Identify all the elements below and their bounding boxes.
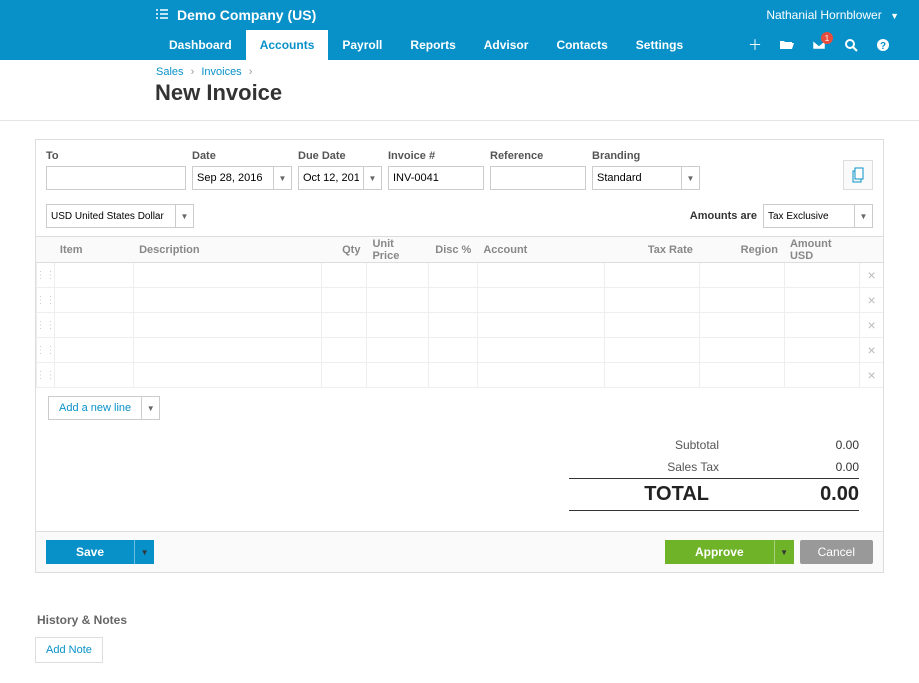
- delete-row-icon[interactable]: ×: [859, 313, 883, 337]
- breadcrumb-invoices[interactable]: Invoices: [201, 66, 241, 78]
- tab-contacts[interactable]: Contacts: [542, 30, 621, 60]
- save-label: Save: [46, 540, 134, 564]
- delete-row-icon[interactable]: ×: [859, 288, 883, 312]
- add-icon[interactable]: ＋: [739, 30, 771, 60]
- delete-row-icon[interactable]: ×: [859, 338, 883, 362]
- due-date-input[interactable]: [298, 166, 364, 190]
- tax-value: 0.00: [799, 460, 859, 474]
- line-items-grid: Item Description Qty Unit Price Disc % A…: [36, 236, 883, 388]
- currency-select[interactable]: [46, 204, 176, 228]
- user-menu[interactable]: Nathanial Hornblower ▼: [766, 8, 899, 22]
- tab-dashboard[interactable]: Dashboard: [155, 30, 246, 60]
- date-input[interactable]: [192, 166, 274, 190]
- delete-row-icon[interactable]: ×: [859, 263, 883, 287]
- amounts-are-label: Amounts are: [690, 210, 757, 222]
- add-line-button[interactable]: Add a new line: [49, 397, 141, 419]
- line-item-row[interactable]: ⋮⋮ ×: [36, 363, 883, 388]
- save-button[interactable]: Save ▼: [46, 540, 154, 564]
- col-tax-rate: Tax Rate: [604, 244, 699, 256]
- col-account: Account: [477, 244, 604, 256]
- help-icon[interactable]: ?: [867, 30, 899, 60]
- invoice-number-label: Invoice #: [388, 150, 484, 162]
- approve-label: Approve: [665, 540, 774, 564]
- tax-label: Sales Tax: [667, 460, 719, 474]
- notifications-icon[interactable]: 1: [803, 30, 835, 60]
- subtotal-value: 0.00: [799, 438, 859, 452]
- due-date-picker-icon[interactable]: ▼: [364, 166, 382, 190]
- breadcrumb-sales[interactable]: Sales: [156, 66, 184, 78]
- col-amount: Amount USD: [784, 238, 859, 262]
- totals-section: Subtotal 0.00 Sales Tax 0.00 TOTAL 0.00: [36, 428, 883, 531]
- drag-handle-icon[interactable]: ⋮⋮: [36, 313, 54, 337]
- date-picker-icon[interactable]: ▼: [274, 166, 292, 190]
- col-item: Item: [54, 244, 133, 256]
- currency-dropdown-icon[interactable]: ▼: [176, 204, 194, 228]
- cancel-button[interactable]: Cancel: [800, 540, 873, 564]
- date-label: Date: [192, 150, 292, 162]
- total-value: 0.00: [789, 483, 859, 506]
- line-item-row[interactable]: ⋮⋮ ×: [36, 263, 883, 288]
- history-title: History & Notes: [35, 573, 884, 637]
- approve-button[interactable]: Approve ▼: [665, 540, 794, 564]
- col-description: Description: [133, 244, 321, 256]
- reference-input[interactable]: [490, 166, 586, 190]
- save-dropdown-icon[interactable]: ▼: [134, 540, 154, 564]
- breadcrumb: Sales › Invoices ›: [0, 60, 919, 80]
- line-item-row[interactable]: ⋮⋮ ×: [36, 288, 883, 313]
- svg-text:?: ?: [880, 41, 886, 52]
- line-item-row[interactable]: ⋮⋮ ×: [36, 313, 883, 338]
- tab-payroll[interactable]: Payroll: [328, 30, 396, 60]
- due-date-label: Due Date: [298, 150, 382, 162]
- amounts-are-dropdown-icon[interactable]: ▼: [855, 204, 873, 228]
- col-qty: Qty: [321, 244, 367, 256]
- user-name: Nathanial Hornblower: [766, 8, 881, 22]
- tab-reports[interactable]: Reports: [396, 30, 469, 60]
- drag-handle-icon[interactable]: ⋮⋮: [36, 338, 54, 362]
- tab-accounts[interactable]: Accounts: [246, 30, 329, 60]
- page-title: New Invoice: [0, 80, 919, 120]
- col-unit-price: Unit Price: [366, 238, 427, 262]
- line-item-row[interactable]: ⋮⋮ ×: [36, 338, 883, 363]
- top-bar: Demo Company (US) Nathanial Hornblower ▼: [0, 0, 919, 30]
- delete-row-icon[interactable]: ×: [859, 363, 883, 387]
- drag-handle-icon[interactable]: ⋮⋮: [36, 288, 54, 312]
- total-label: TOTAL: [644, 483, 709, 506]
- main-nav: Dashboard Accounts Payroll Reports Advis…: [0, 30, 919, 60]
- tab-advisor[interactable]: Advisor: [470, 30, 543, 60]
- to-input[interactable]: [46, 166, 186, 190]
- search-icon[interactable]: [835, 30, 867, 60]
- tab-settings[interactable]: Settings: [622, 30, 697, 60]
- reference-label: Reference: [490, 150, 586, 162]
- invoice-panel: To Date ▼ Due Date ▼ Invoice # Reference: [35, 139, 884, 573]
- add-note-button[interactable]: Add Note: [35, 637, 103, 663]
- branding-label: Branding: [592, 150, 700, 162]
- add-line-dropdown-icon[interactable]: ▼: [141, 397, 159, 419]
- branding-dropdown-icon[interactable]: ▼: [682, 166, 700, 190]
- app-logo-icon: [155, 7, 169, 24]
- cancel-label: Cancel: [818, 545, 855, 559]
- drag-handle-icon[interactable]: ⋮⋮: [36, 263, 54, 287]
- amounts-are-select[interactable]: [763, 204, 855, 228]
- branding-select[interactable]: [592, 166, 682, 190]
- subtotal-label: Subtotal: [675, 438, 719, 452]
- col-disc: Disc %: [428, 244, 478, 256]
- approve-dropdown-icon[interactable]: ▼: [774, 540, 794, 564]
- chevron-down-icon: ▼: [890, 11, 899, 21]
- folder-icon[interactable]: [771, 30, 803, 60]
- drag-handle-icon[interactable]: ⋮⋮: [36, 363, 54, 387]
- notification-badge: 1: [821, 32, 833, 44]
- to-label: To: [46, 150, 186, 162]
- copy-invoice-button[interactable]: [843, 160, 873, 190]
- invoice-number-input[interactable]: [388, 166, 484, 190]
- col-region: Region: [699, 244, 784, 256]
- company-name: Demo Company (US): [177, 7, 316, 23]
